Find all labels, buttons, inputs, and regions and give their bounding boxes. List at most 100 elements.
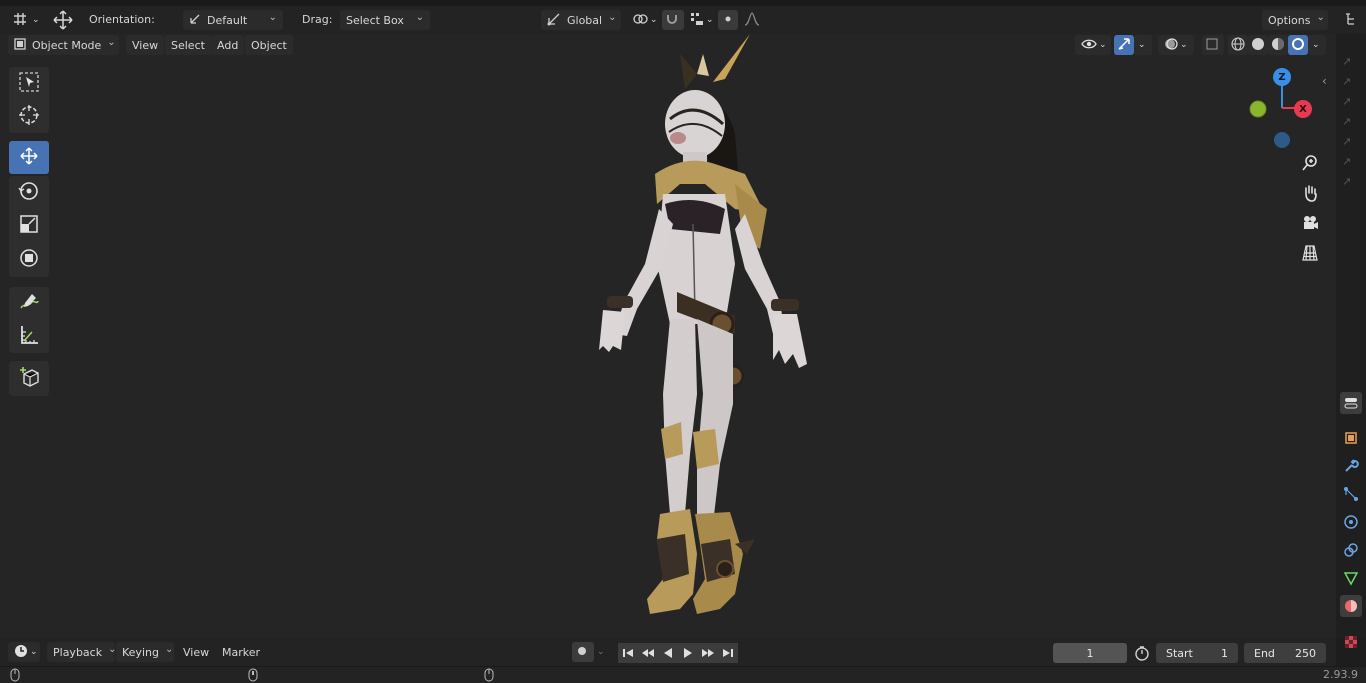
navigation-gizmo[interactable]: Z X — [1244, 68, 1320, 148]
sidebar-toggle-icon[interactable]: ‹ — [1322, 74, 1327, 88]
menu-select[interactable]: Select — [165, 35, 211, 55]
end-frame-field[interactable]: End 250 — [1244, 643, 1326, 663]
auto-keying-toggle[interactable] — [572, 642, 594, 662]
pan-hand-icon[interactable] — [1297, 180, 1323, 206]
timeline-view-menu[interactable]: View — [177, 642, 215, 662]
mouse-middle-icon — [248, 668, 258, 683]
falloff-curve-icon — [744, 11, 760, 29]
menu-add[interactable]: Add — [211, 35, 245, 55]
shading-wireframe[interactable] — [1228, 35, 1248, 55]
xray-toggle[interactable] — [1202, 35, 1224, 55]
snap-target-dropdown[interactable]: ⌄ — [684, 10, 714, 30]
start-frame-field[interactable]: Start 1 — [1156, 643, 1238, 663]
jump-keyframe-forward-button[interactable] — [698, 643, 718, 663]
pivot-point-button[interactable]: ⌄ — [626, 10, 658, 30]
drag-dropdown[interactable]: Select Box — [340, 10, 430, 30]
particles-icon[interactable] — [1340, 483, 1362, 505]
solid-sphere-icon — [1251, 37, 1265, 54]
visibility-dropdown[interactable]: ⌄ — [1075, 35, 1111, 55]
shading-dropdown[interactable]: ⌄ — [1308, 35, 1326, 55]
transform-space-value: Global — [567, 13, 603, 27]
clock-icon — [14, 644, 28, 661]
record-dot-icon — [577, 646, 587, 659]
zoom-icon[interactable] — [1297, 150, 1323, 176]
outliner-row-icons: ↗ ↗ ↗ ↗ ↗ ↗ ↗ — [1342, 55, 1352, 188]
snap-toggle[interactable] — [662, 10, 684, 30]
play-reverse-button[interactable] — [658, 643, 678, 663]
marker-menu[interactable]: Marker — [216, 642, 266, 662]
tool-annotate[interactable] — [9, 287, 49, 320]
snap-increment-icon — [690, 12, 704, 29]
tool-cursor[interactable] — [9, 100, 49, 133]
tool-rotate[interactable] — [9, 176, 49, 209]
material-icon[interactable] — [1340, 595, 1362, 617]
magnet-icon — [665, 12, 679, 29]
mesh-data-icon[interactable] — [1340, 567, 1362, 589]
transform-orientation-dropdown[interactable]: Global — [541, 10, 621, 30]
cursor-icon — [18, 104, 40, 129]
orientation-dropdown[interactable]: Default — [183, 10, 283, 30]
outliner-editor-icon[interactable] — [1343, 11, 1359, 30]
jump-end-button[interactable] — [718, 643, 738, 663]
texture-icon[interactable] — [1340, 631, 1362, 653]
viewport-header: Object Mode View Select Add Object ⌄ ⌄ ⌄ — [0, 34, 1336, 56]
tool-measure[interactable] — [9, 320, 49, 353]
camera-icon[interactable] — [1297, 210, 1323, 236]
gizmo-toggle[interactable] — [1114, 35, 1134, 55]
drag-value: Select Box — [346, 13, 404, 27]
start-value: 1 — [1221, 646, 1228, 660]
orientation-label: Orientation: — [89, 13, 155, 26]
physics-icon[interactable] — [1340, 511, 1362, 533]
tool-properties-icon[interactable] — [1340, 392, 1362, 414]
gizmo-icon — [1117, 37, 1131, 54]
drag-label: Drag: — [302, 13, 333, 26]
proportional-edit-toggle[interactable] — [718, 10, 738, 30]
jump-keyframe-back-button[interactable] — [638, 643, 658, 663]
playback-menu[interactable]: Playback — [47, 642, 115, 662]
object-mode-icon — [14, 37, 26, 53]
tool-transform[interactable] — [9, 242, 49, 277]
menu-view[interactable]: View — [126, 35, 165, 55]
shading-material[interactable] — [1268, 35, 1288, 55]
wireframe-sphere-icon — [1231, 36, 1245, 54]
object-properties-icon[interactable] — [1340, 427, 1362, 449]
playback-label: Playback — [53, 645, 103, 659]
play-button[interactable] — [678, 643, 698, 663]
timeline-editor-button[interactable]: ⌄ — [8, 642, 40, 662]
3d-viewport[interactable]: Z X ‹ — [0, 34, 1336, 638]
tool-select-box[interactable] — [9, 67, 49, 100]
gizmo-z-axis[interactable]: Z — [1273, 68, 1291, 86]
gizmo-x-axis[interactable]: X — [1294, 100, 1312, 118]
tool-scale[interactable] — [9, 209, 49, 242]
shading-solid[interactable] — [1248, 35, 1268, 55]
mode-dropdown[interactable]: Object Mode — [8, 35, 119, 55]
current-frame-field[interactable]: 1 — [1053, 643, 1127, 663]
keying-menu[interactable]: Keying — [116, 642, 174, 662]
stopwatch-icon[interactable] — [1134, 645, 1150, 664]
perspective-grid-icon[interactable] — [1297, 240, 1323, 266]
keying-set-dropdown[interactable]: ⌄ — [594, 642, 610, 662]
gizmo-dropdown[interactable]: ⌄ — [1134, 35, 1152, 55]
modifier-wrench-icon[interactable] — [1340, 455, 1362, 477]
options-label: Options — [1268, 13, 1311, 27]
measure-ruler-icon — [18, 324, 40, 349]
falloff-dropdown[interactable] — [738, 10, 768, 30]
select-box-icon — [18, 71, 40, 96]
jump-start-button[interactable] — [618, 643, 638, 663]
menu-object[interactable]: Object — [245, 35, 293, 55]
mouse-right-icon — [484, 668, 494, 683]
eye-icon — [1081, 38, 1097, 53]
move-tool-icon[interactable] — [50, 9, 76, 31]
overlays-dropdown[interactable]: ⌄ — [1158, 35, 1194, 55]
editor-type-button[interactable]: ⌄ — [6, 10, 42, 30]
rendered-sphere-icon — [1291, 37, 1305, 54]
options-dropdown[interactable]: Options — [1262, 10, 1328, 30]
keying-label: Keying — [122, 645, 159, 659]
tool-add-cube[interactable] — [9, 361, 49, 396]
status-bar: 2.93.9 — [0, 666, 1366, 683]
xray-icon — [1206, 37, 1218, 53]
shading-rendered[interactable] — [1288, 35, 1308, 55]
character-model[interactable] — [585, 34, 825, 624]
tool-move[interactable] — [9, 141, 49, 174]
constraints-icon[interactable] — [1340, 539, 1362, 561]
